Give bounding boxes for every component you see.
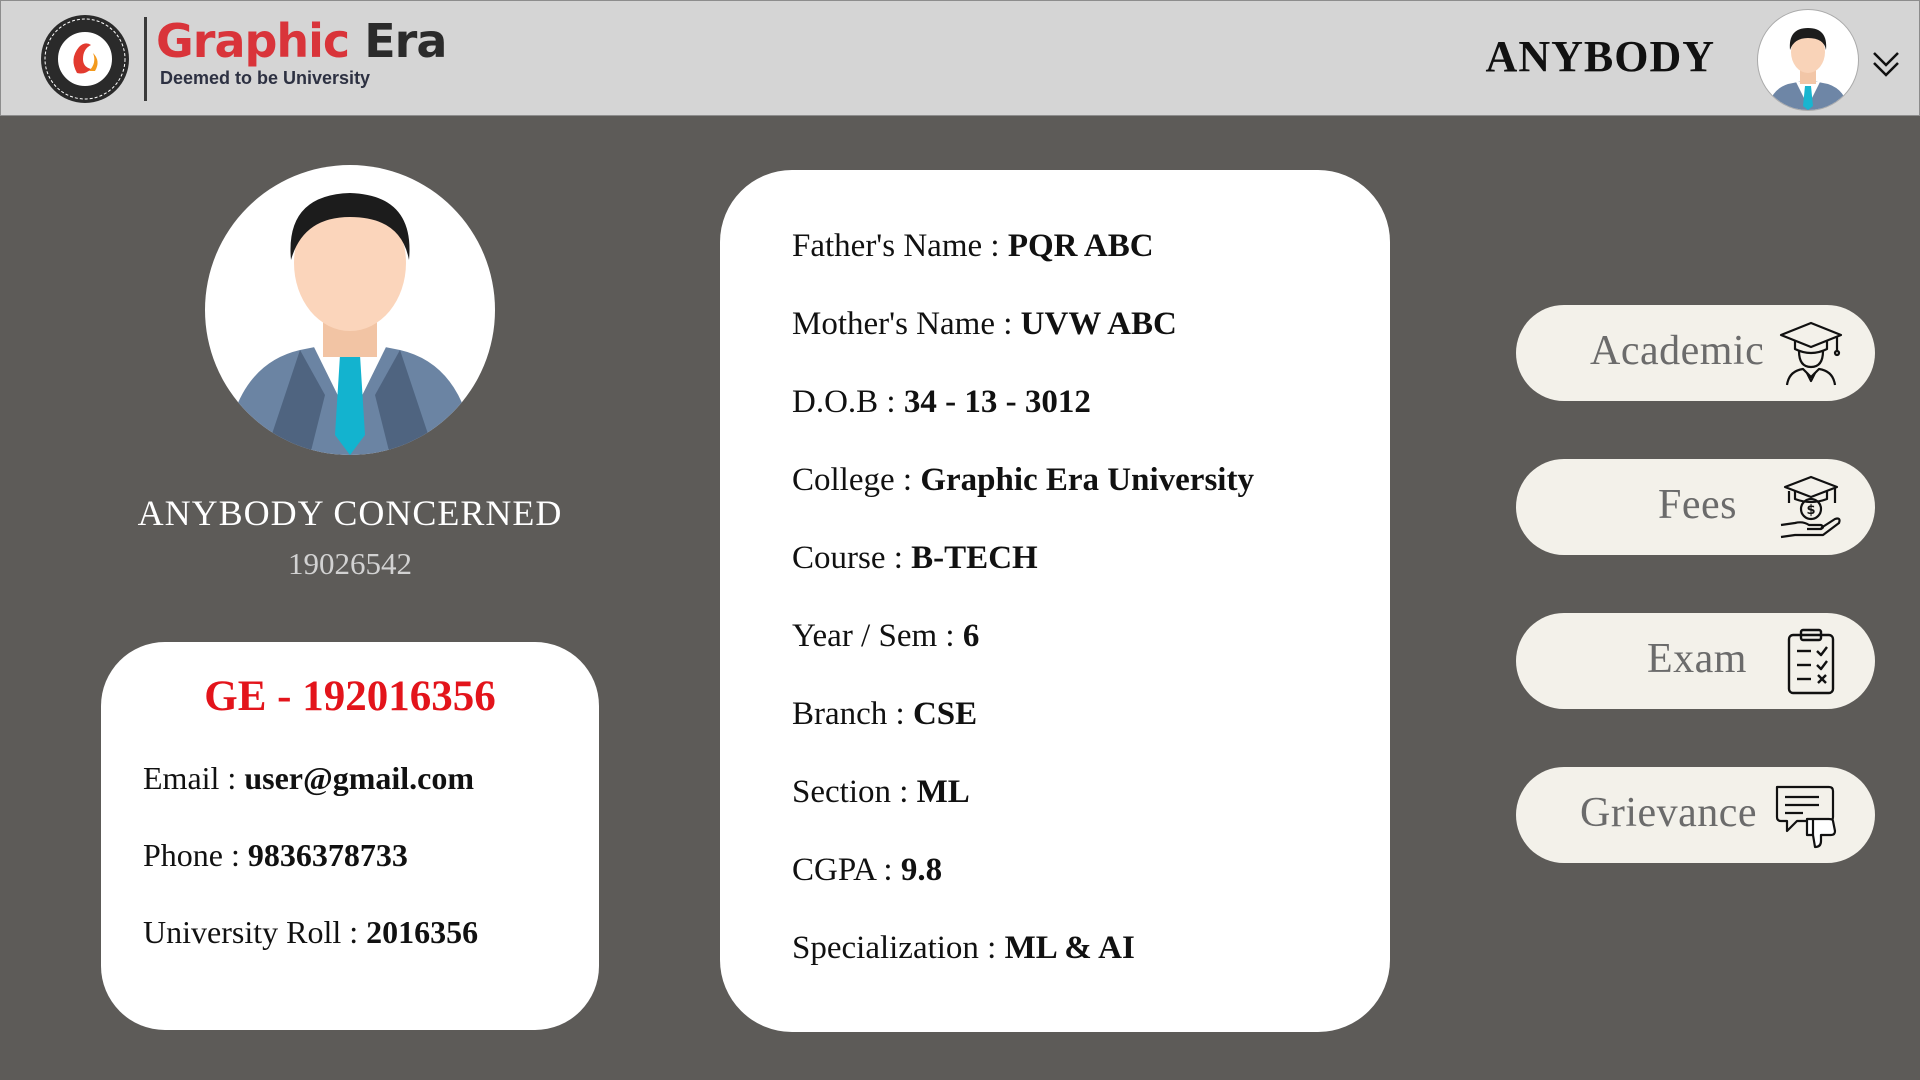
detail-value: 34 - 13 - 3012: [903, 384, 1091, 420]
profile-name: ANYBODY CONCERNED: [137, 493, 563, 533]
detail-label: Specialization :: [792, 930, 1005, 966]
grievance-button[interactable]: Grievance: [1516, 767, 1875, 863]
fees-button[interactable]: Fees $: [1516, 459, 1875, 555]
academic-button[interactable]: Academic: [1516, 305, 1875, 401]
detail-value: UVW ABC: [1020, 306, 1177, 342]
detail-label: Branch :: [792, 696, 913, 732]
detail-cgpa: CGPA : 9.8: [792, 852, 942, 889]
fees-button-label: Fees: [1658, 482, 1737, 528]
phone-value: 9836378733: [247, 837, 408, 873]
roll-value: 2016356: [366, 914, 479, 950]
chevron-double-down-icon[interactable]: [1869, 47, 1903, 81]
brand-graphic: Graphic: [156, 14, 350, 68]
detail-value: ML & AI: [1004, 930, 1135, 966]
ge-id: GE - 192016356: [204, 673, 496, 720]
profile-student-id: 19026542: [288, 546, 412, 581]
email-value: user@gmail.com: [244, 760, 475, 796]
detail-branch: Branch : CSE: [792, 696, 977, 733]
feedback-dislike-icon: [1775, 785, 1837, 849]
brand-subtitle: Deemed to be University: [160, 68, 371, 88]
detail-specialization: Specialization : ML & AI: [792, 930, 1135, 967]
detail-year-sem: Year / Sem : 6: [792, 618, 979, 655]
detail-label: CGPA :: [792, 852, 901, 888]
detail-value: PQR ABC: [1007, 228, 1154, 264]
brand-logo-text: Graphic Era: [156, 14, 447, 68]
detail-value: Graphic Era University: [920, 462, 1254, 498]
detail-label: Year / Sem :: [792, 618, 963, 654]
detail-label: College :: [792, 462, 921, 498]
detail-value: B-TECH: [911, 540, 1038, 576]
exam-button-label: Exam: [1647, 636, 1747, 682]
roll-row: University Roll : 2016356: [143, 914, 478, 951]
details-card: Father's Name : PQR ABC Mother's Name : …: [720, 170, 1390, 1032]
detail-label: Section :: [792, 774, 917, 810]
detail-dob: D.O.B : 34 - 13 - 3012: [792, 384, 1091, 421]
profile-photo: [205, 165, 495, 455]
detail-fathers-name: Father's Name : PQR ABC: [792, 228, 1154, 265]
detail-mothers-name: Mother's Name : UVW ABC: [792, 306, 1177, 343]
phone-label: Phone :: [143, 837, 248, 873]
contact-card: GE - 192016356 Email : user@gmail.com Ph…: [101, 642, 599, 1030]
detail-value: 9.8: [900, 852, 943, 888]
fees-icon: $: [1780, 475, 1841, 539]
detail-label: Father's Name :: [792, 228, 1008, 264]
detail-value: CSE: [912, 696, 978, 732]
detail-value: 6: [962, 618, 980, 654]
detail-college: College : Graphic Era University: [792, 462, 1254, 499]
svg-text:$: $: [1807, 503, 1816, 518]
detail-label: Mother's Name :: [792, 306, 1021, 342]
grievance-button-label: Grievance: [1580, 790, 1758, 836]
graduate-icon: [1779, 321, 1843, 386]
academic-button-label: Academic: [1590, 328, 1765, 374]
email-label: Email :: [143, 760, 245, 796]
university-seal-icon: [41, 15, 129, 103]
exam-button[interactable]: Exam: [1516, 613, 1875, 709]
user-avatar-icon[interactable]: [1757, 9, 1859, 111]
header-user-name[interactable]: ANYBODY: [1486, 31, 1715, 82]
detail-label: Course :: [792, 540, 912, 576]
detail-section: Section : ML: [792, 774, 970, 811]
roll-label: University Roll :: [143, 914, 367, 950]
phone-row: Phone : 9836378733: [143, 837, 408, 874]
detail-value: ML: [916, 774, 970, 810]
clipboard-checklist-icon: [1787, 628, 1835, 695]
email-row: Email : user@gmail.com: [143, 760, 474, 797]
logo-divider: [144, 17, 147, 101]
top-header: Graphic Era Deemed to be University ANYB…: [0, 0, 1920, 116]
brand-era: Era: [364, 14, 447, 68]
detail-course: Course : B-TECH: [792, 540, 1038, 577]
detail-label: D.O.B :: [792, 384, 904, 420]
